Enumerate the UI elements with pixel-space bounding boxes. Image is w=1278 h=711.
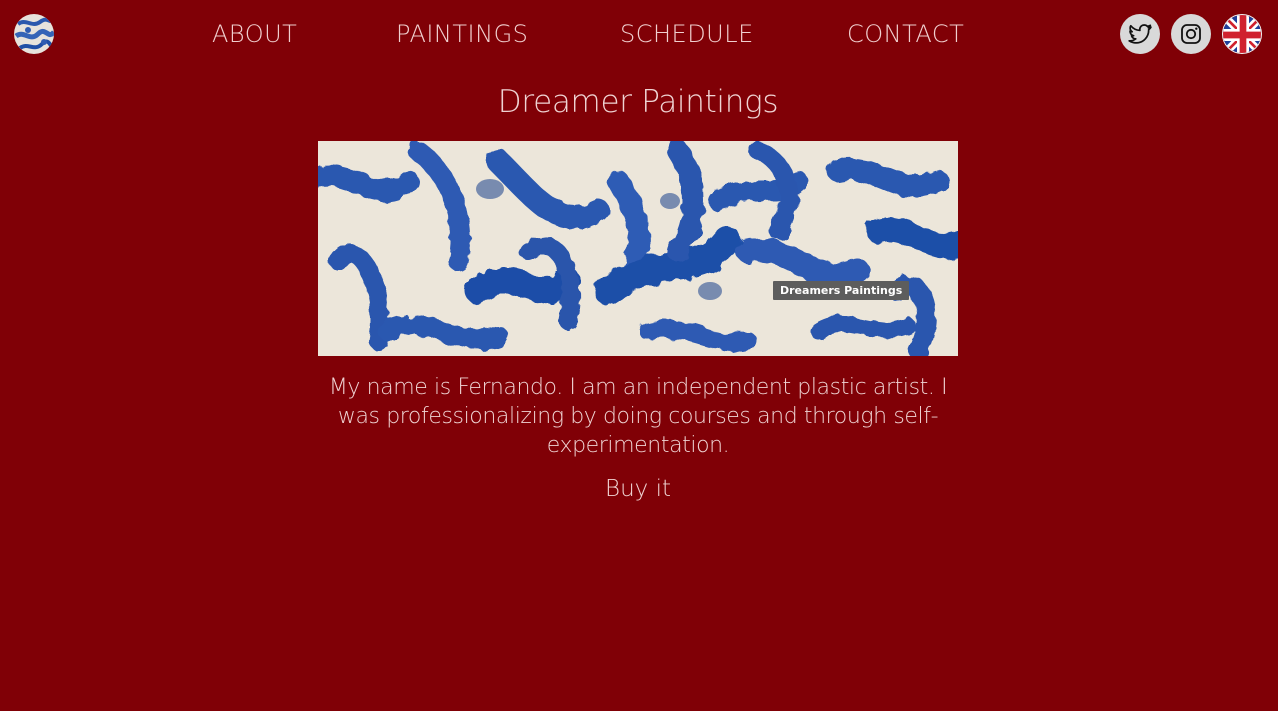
artist-description: My name is Fernando. I am an independent… (328, 375, 948, 458)
instagram-button[interactable] (1171, 14, 1211, 54)
top-navigation: ABOUT PAINTINGS SCHEDULE CONTACT (0, 0, 1278, 70)
nav-about[interactable]: ABOUT (212, 20, 297, 48)
instagram-icon (1181, 24, 1201, 44)
twitter-button[interactable] (1120, 14, 1160, 54)
twitter-icon (1128, 24, 1152, 44)
buy-it-link[interactable]: Buy it (0, 476, 1276, 502)
nav-contact[interactable]: CONTACT (847, 20, 964, 48)
page-title: Dreamer Paintings (497, 84, 779, 120)
site-logo[interactable] (14, 14, 54, 54)
nav-schedule[interactable]: SCHEDULE (620, 20, 754, 48)
banner-tooltip: Dreamers Paintings (773, 281, 910, 300)
language-switch[interactable] (1222, 14, 1262, 54)
painting-banner (318, 141, 958, 356)
painting-image (318, 141, 958, 356)
uk-flag-icon (1223, 15, 1261, 53)
nav-paintings[interactable]: PAINTINGS (396, 20, 528, 48)
